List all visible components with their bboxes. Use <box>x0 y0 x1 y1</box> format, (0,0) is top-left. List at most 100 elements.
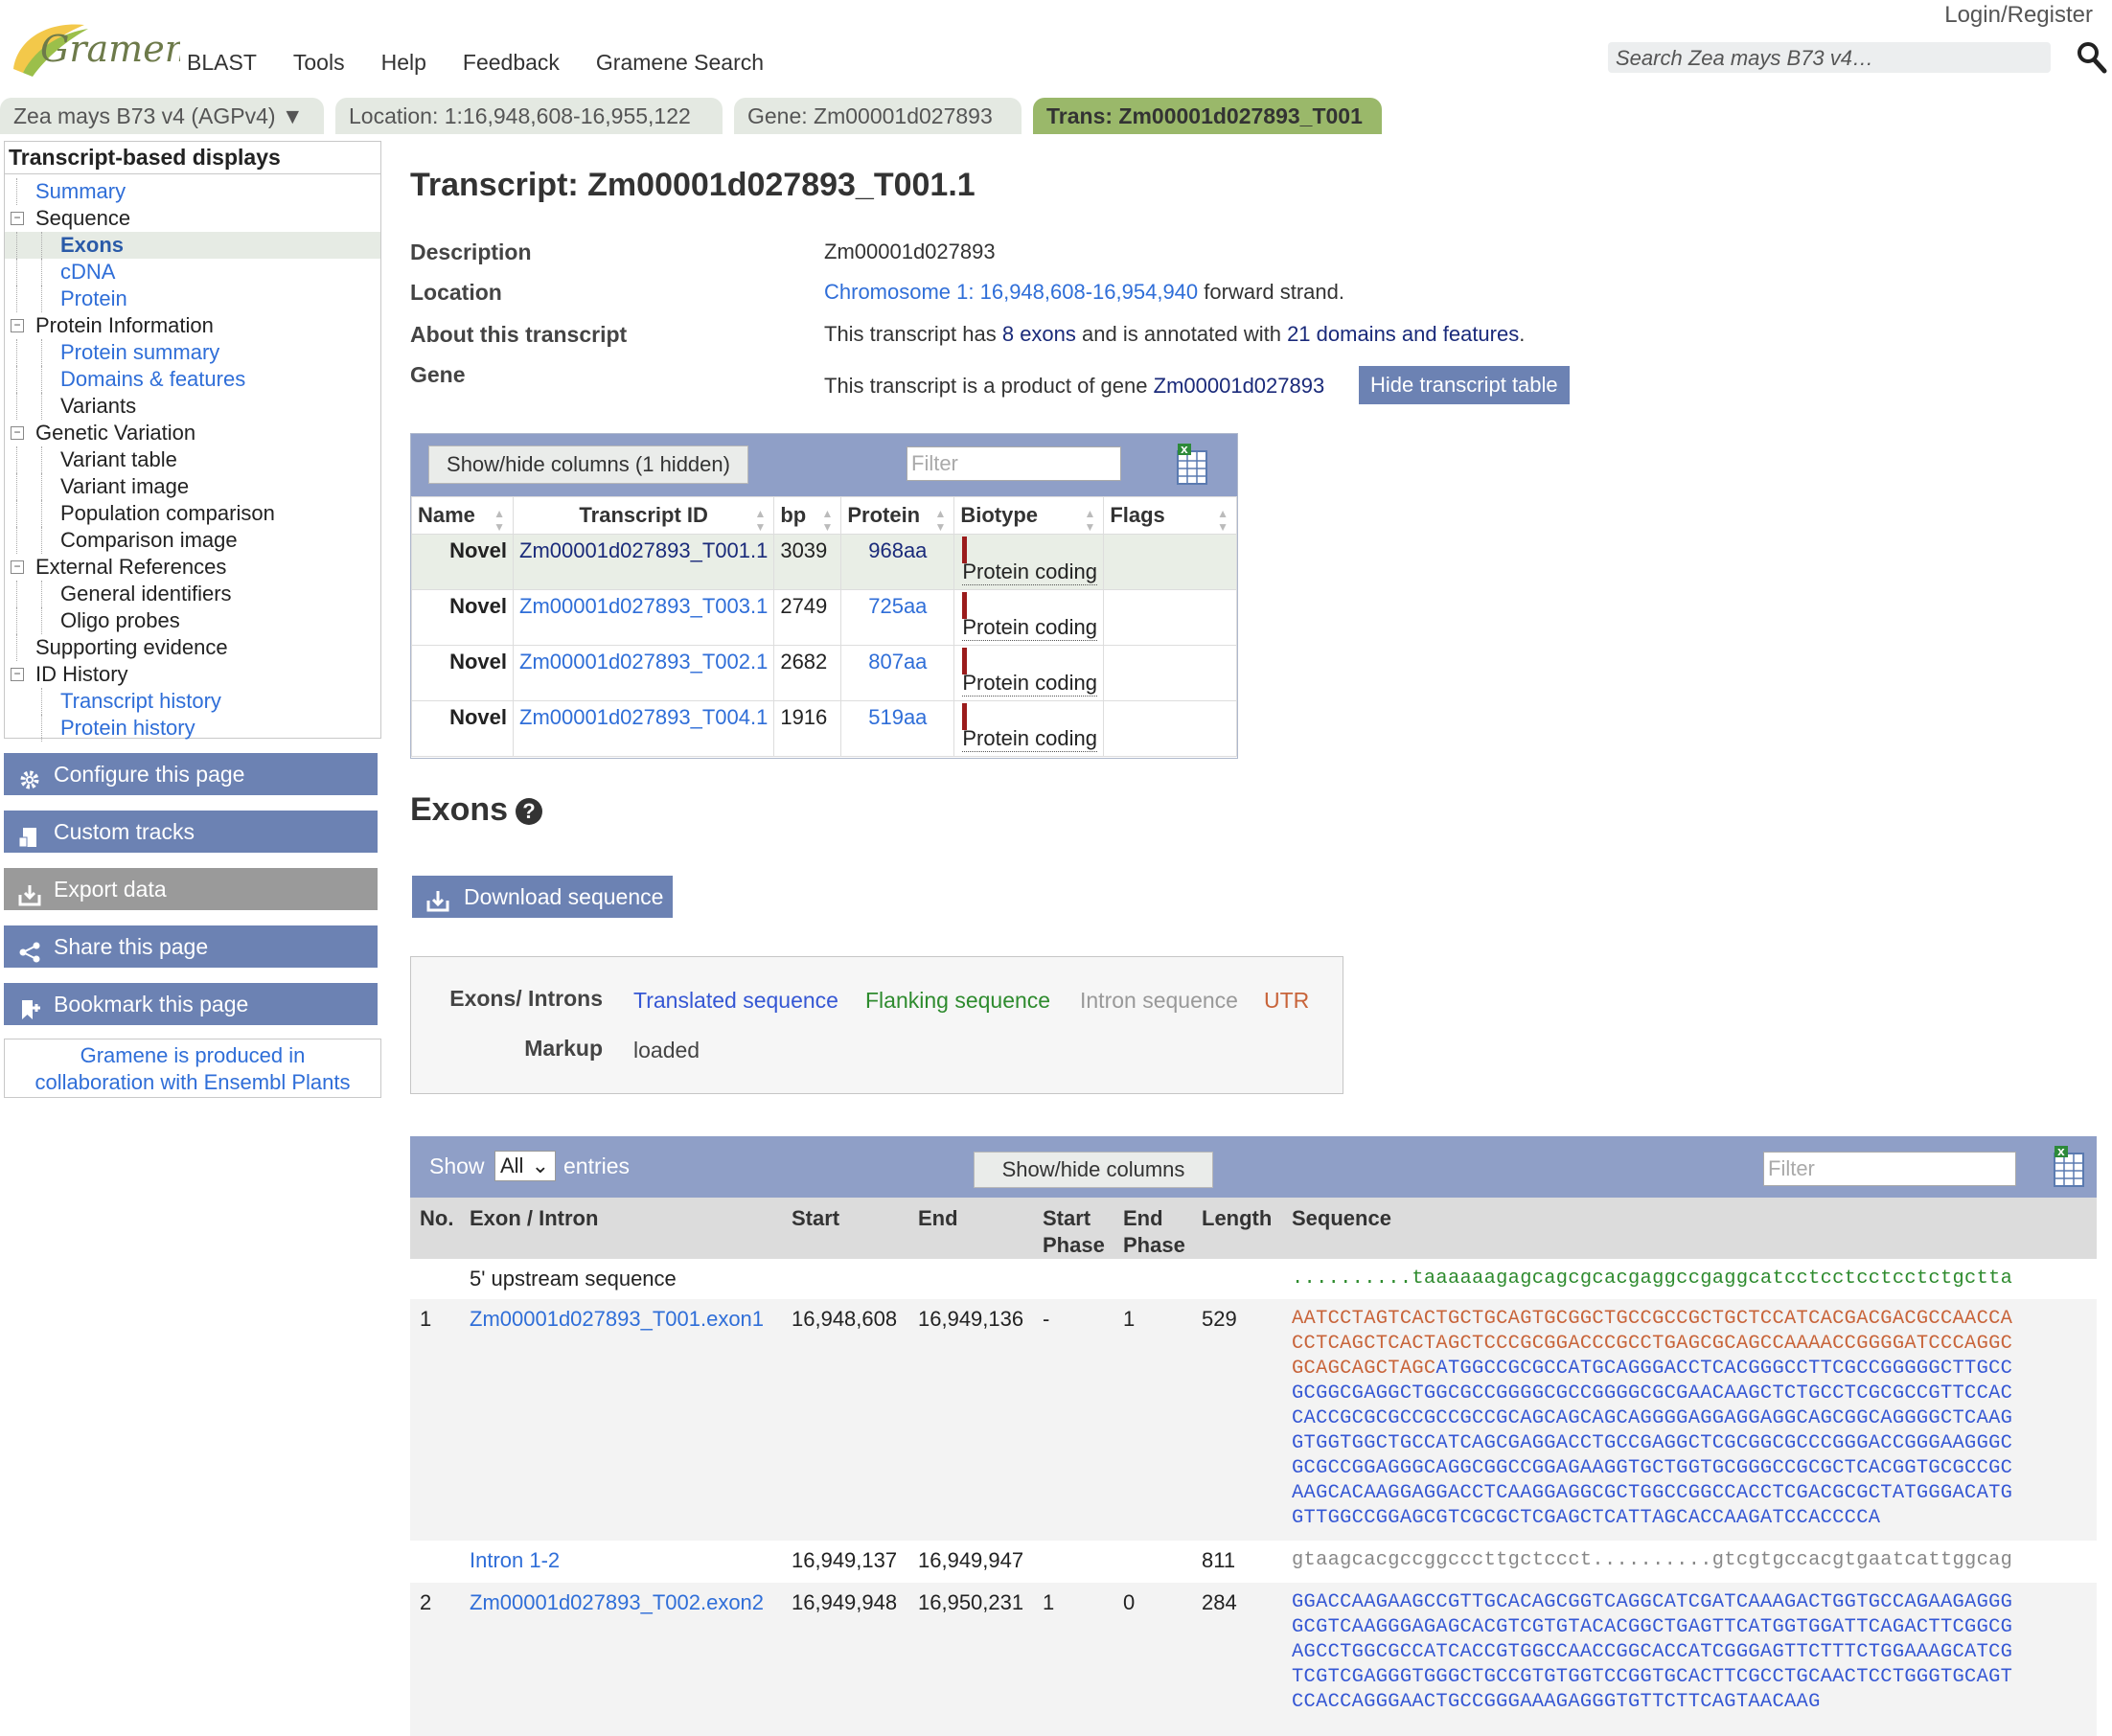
transcript-filter-input[interactable]: Filter <box>907 446 1121 481</box>
location-value: Chromosome 1: 16,948,608-16,954,940 forw… <box>824 280 1344 305</box>
header-label: bp <box>780 503 807 527</box>
column-header-biotype[interactable]: Biotype ▲ ▼ <box>953 496 1105 535</box>
sidebar-item-summary[interactable]: Summary <box>5 178 380 205</box>
collapse-icon[interactable]: − <box>11 560 24 574</box>
sidebar-item-id-history[interactable]: − ID History <box>5 661 380 688</box>
nav-gramene-search[interactable]: Gramene Search <box>596 50 764 76</box>
gene-link[interactable]: Zm00001d027893 <box>1154 374 1325 398</box>
sidebar-item-label: Summary <box>35 179 126 203</box>
custom-tracks-button[interactable]: Custom tracks <box>4 811 378 853</box>
sequence-line: GCGGCGAGGCTGGCGCCGGGGCGCCGGGGCGCGAACAAGC… <box>1292 1382 2013 1405</box>
transcript-id-link[interactable]: Zm00001d027893_T002.1 <box>519 650 768 674</box>
flags-cell <box>1103 645 1237 701</box>
exon-sequence: GGACCAAGAAGCCGTTGCACAGCGGTCAGGCATCGATCAA… <box>1292 1590 2012 1715</box>
column-header-no[interactable]: No. <box>420 1205 453 1232</box>
search-icon[interactable] <box>2076 40 2108 75</box>
protein-link[interactable]: 725aa <box>868 594 927 618</box>
transcript-id-link[interactable]: Zm00001d027893_T003.1 <box>519 594 768 618</box>
download-sequence-button[interactable]: Download sequence <box>412 876 674 918</box>
collapse-icon[interactable]: − <box>11 426 24 440</box>
collapse-icon[interactable]: − <box>11 668 24 681</box>
column-header-end[interactable]: End <box>918 1205 958 1232</box>
login-register-link[interactable]: Login/Register <box>1944 2 2093 29</box>
sidebar-item-label: External References <box>35 555 227 579</box>
location-link[interactable]: Chromosome 1: 16,948,608-16,954,940 <box>824 280 1198 304</box>
sidebar-item-variant-image: Variant image <box>5 473 380 500</box>
transcript-id-link[interactable]: Zm00001d027893_T001.1 <box>519 538 768 562</box>
sidebar-item-cdna[interactable]: cDNA <box>5 259 380 286</box>
tab-location[interactable]: Location: 1:16,948,608-16,955,122 <box>335 98 723 134</box>
collapse-icon[interactable]: − <box>11 212 24 225</box>
sidebar-item-protein-summary[interactable]: Protein summary <box>5 339 380 366</box>
column-header-start[interactable]: Start <box>792 1205 839 1232</box>
sidebar-item-transcript-history[interactable]: Transcript history <box>5 688 380 715</box>
nav-tools[interactable]: Tools <box>293 50 345 76</box>
header-label: Name <box>418 503 475 527</box>
column-header-sequence[interactable]: Sequence <box>1292 1205 1391 1232</box>
help-icon[interactable]: ? <box>516 798 542 825</box>
gramene-logo[interactable]: Gramene <box>8 11 210 80</box>
exons-count-link[interactable]: 8 exons <box>1002 322 1076 346</box>
protein-link[interactable]: 807aa <box>868 650 927 674</box>
configure-page-button[interactable]: Configure this page <box>4 753 378 795</box>
excel-export-icon[interactable]: X <box>1176 444 1208 486</box>
tab-species[interactable]: Zea mays B73 v4 (AGPv4) ▼ <box>0 98 324 134</box>
sidebar-item-domains-features[interactable]: Domains & features <box>5 366 380 393</box>
exon-id-link[interactable]: Zm00001d027893_T002.exon2 <box>470 1590 764 1614</box>
bookmark-page-button[interactable]: Bookmark this page <box>4 983 378 1025</box>
sequence-line: GCGTCAAGGGAGAGCACGTCGTGTACACGGCTGAGTTCAT… <box>1292 1616 2013 1638</box>
sidebar-item-protein-history[interactable]: Protein history <box>5 715 380 742</box>
exon-show-hide-columns-button[interactable]: Show/hide columns <box>974 1152 1213 1188</box>
sidebar-item-external-references[interactable]: − External References <box>5 554 380 581</box>
sequence-line: CCTCAGCTCACTAGCTCCCGCGGACCCGCCTGAGCGCAGC… <box>1292 1333 2013 1355</box>
entries-select[interactable]: All ⌄ <box>494 1151 556 1181</box>
transcript-bp: 1916 <box>773 700 842 757</box>
exon-end: 16,949,136 <box>918 1307 1024 1331</box>
biotype-cell: Protein coding <box>953 534 1105 590</box>
nav-feedback[interactable]: Feedback <box>463 50 560 76</box>
intron-id-link[interactable]: Intron 1-2 <box>470 1548 560 1572</box>
excel-export-icon[interactable]: X <box>2053 1146 2085 1188</box>
protein-link[interactable]: 519aa <box>868 705 927 729</box>
sidebar-item-exons[interactable]: Exons <box>5 232 380 259</box>
column-header-flags[interactable]: Flags ▲ ▼ <box>1103 496 1237 535</box>
show-hide-columns-button[interactable]: Show/hide columns (1 hidden) <box>428 445 748 484</box>
collab-line-1[interactable]: Gramene is produced in <box>80 1043 306 1067</box>
sidebar-item-protein-information[interactable]: − Protein Information <box>5 312 380 339</box>
sidebar-item-label: ID History <box>35 662 128 686</box>
exon-filter-input[interactable]: Filter <box>1763 1152 2016 1186</box>
collab-line-2[interactable]: collaboration with Ensembl Plants <box>35 1070 351 1094</box>
sidebar-item-genetic-variation[interactable]: − Genetic Variation <box>5 420 380 446</box>
transcript-name: Novel <box>411 589 514 646</box>
description-value: Zm00001d027893 <box>824 240 996 263</box>
sidebar-item-sequence[interactable]: − Sequence <box>5 205 380 232</box>
sequence-line: GTGGTGGCTGCCATCAGCGAGGACCTGCCGAGGCTCGCGG… <box>1292 1432 2013 1454</box>
share-page-button[interactable]: Share this page <box>4 925 378 968</box>
tab-transcript[interactable]: Trans: Zm00001d027893_T001 <box>1033 98 1382 134</box>
document-upload-icon <box>17 820 42 848</box>
column-header-start-phase[interactable]: Start Phase <box>1043 1205 1105 1259</box>
nav-help[interactable]: Help <box>381 50 426 76</box>
column-header-length[interactable]: Length <box>1202 1205 1272 1232</box>
column-header-name[interactable]: Name ▲ ▼ <box>411 496 514 535</box>
column-header-end-phase[interactable]: End Phase <box>1123 1205 1185 1259</box>
column-header-transcript-id[interactable]: Transcript ID ▲ ▼ <box>512 496 775 535</box>
nav-blast[interactable]: BLAST <box>187 50 257 76</box>
domains-link[interactable]: 21 domains and features <box>1287 322 1519 346</box>
sidebar-item-label: Population comparison <box>60 501 275 525</box>
biotype-cell: Protein coding <box>953 645 1105 701</box>
transcript-id-link[interactable]: Zm00001d027893_T004.1 <box>519 705 768 729</box>
sidebar-item-protein[interactable]: Protein <box>5 286 380 312</box>
protein-link[interactable]: 968aa <box>868 538 927 562</box>
exon-sequence: AATCCTAGTCACTGCTGCAGTGCGGCTGCCGCCGCTGCTC… <box>1292 1307 2012 1531</box>
export-data-button[interactable]: Export data <box>4 868 378 910</box>
collaboration-link[interactable]: Gramene is produced in collaboration wit… <box>4 1039 381 1098</box>
search-input[interactable]: Search Zea mays B73 v4… <box>1608 42 2051 73</box>
column-header-bp[interactable]: bp ▲ ▼ <box>773 496 842 535</box>
tab-gene[interactable]: Gene: Zm00001d027893 <box>734 98 1022 134</box>
hide-transcript-table-button[interactable]: Hide transcript table <box>1359 366 1570 404</box>
column-header-protein[interactable]: Protein ▲ ▼ <box>840 496 955 535</box>
column-header-exon[interactable]: Exon / Intron <box>470 1205 598 1232</box>
exon-id-link[interactable]: Zm00001d027893_T001.exon1 <box>470 1307 764 1331</box>
collapse-icon[interactable]: − <box>11 319 24 332</box>
